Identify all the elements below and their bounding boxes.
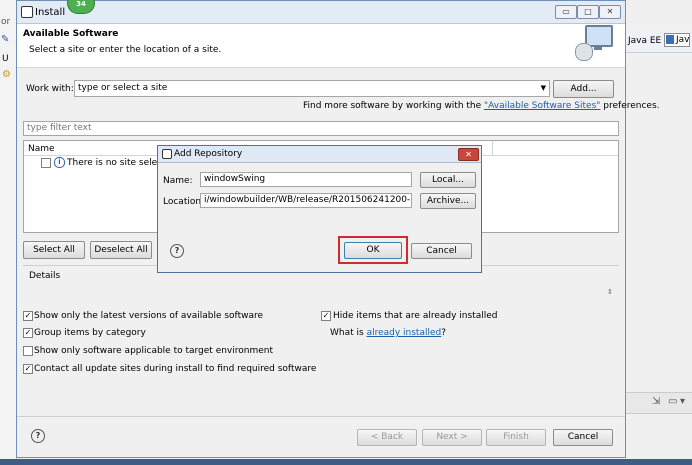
close-button[interactable]: ✕	[599, 5, 621, 19]
column-divider	[492, 141, 493, 155]
perspective-java-label: Jav	[676, 35, 690, 45]
notification-badge: 34	[67, 0, 95, 14]
latest-versions-label: Show only the latest versions of availab…	[34, 311, 264, 321]
available-software-sites-link[interactable]: "Available Software Sites"	[484, 101, 600, 111]
taskbar	[0, 459, 692, 465]
archive-button[interactable]: Archive...	[420, 193, 476, 209]
find-more-suffix: preferences.	[600, 101, 660, 111]
back-button[interactable]: < Back	[357, 429, 417, 446]
target-env-label: Show only software applicable to target …	[34, 346, 274, 356]
already-installed-text: What is already installed?	[330, 328, 446, 338]
help-icon[interactable]: ?	[31, 429, 45, 443]
hide-installed-label: Hide items that are already installed	[333, 311, 498, 321]
maximize-view-icon[interactable]: ▾	[680, 396, 685, 407]
location-field[interactable]: i/windowbuilder/WB/release/R201506241200…	[200, 193, 412, 208]
scroll-arrows-icon[interactable]: ⇕	[607, 288, 613, 296]
ok-button[interactable]: OK	[344, 242, 402, 259]
package-icon: ⚙	[2, 69, 11, 80]
view-toolbar: ⇲ ▭ ▾	[626, 392, 692, 414]
close-icon[interactable]: ✕	[458, 148, 479, 161]
already-installed-link[interactable]: already installed	[367, 328, 442, 338]
work-with-combo[interactable]: type or select a site ▼	[74, 80, 550, 97]
footer-divider	[17, 416, 625, 417]
page-title: Available Software	[23, 29, 119, 39]
minimize-button[interactable]: ▭	[555, 5, 577, 19]
info-icon: i	[54, 157, 65, 168]
find-more-prefix: Find more software by working with the	[303, 101, 485, 111]
add-repository-title: Add Repository	[174, 149, 243, 159]
title-bar: Install 34 ▭ □ ✕	[17, 0, 625, 24]
minimize-view-icon[interactable]: ▭	[668, 396, 677, 407]
pin-icon: ✎	[1, 34, 10, 45]
contact-sites-checkbox[interactable]: ✓	[23, 364, 33, 374]
row-message: There is no site selecte	[67, 158, 172, 168]
chevron-down-icon[interactable]: ▼	[541, 81, 546, 96]
window-title: Install	[35, 7, 66, 18]
next-button[interactable]: Next >	[422, 429, 482, 446]
target-env-checkbox[interactable]	[23, 346, 33, 356]
find-more-text: Find more software by working with the "…	[303, 101, 660, 111]
background-left-panel: or ✎ U ⚙	[0, 0, 17, 465]
cancel-button[interactable]: Cancel	[553, 429, 613, 446]
eclipse-icon	[21, 6, 33, 18]
details-label: Details	[29, 271, 61, 281]
add-site-button[interactable]: Add...	[553, 80, 614, 98]
eclipse-icon	[162, 149, 172, 159]
java-perspective-icon	[666, 35, 674, 44]
name-field[interactable]: windowSwing	[200, 172, 412, 187]
background-left-text: or	[1, 17, 11, 27]
location-label: Location:	[163, 197, 205, 207]
what-is-prefix: What is	[330, 328, 367, 338]
deselect-all-button[interactable]: Deselect All	[90, 241, 152, 259]
add-repository-dialog: Add Repository ✕ Name: windowSwing Local…	[157, 145, 482, 273]
filter-input[interactable]: type filter text	[23, 121, 619, 136]
add-repository-title-bar: Add Repository ✕	[158, 146, 481, 163]
finish-button[interactable]: Finish	[486, 429, 546, 446]
perspective-toolbar: Java EE Jav	[626, 30, 692, 53]
group-by-category-checkbox[interactable]: ✓	[23, 328, 33, 338]
page-subtitle: Select a site or enter the location of a…	[29, 45, 222, 55]
local-button[interactable]: Local...	[420, 172, 476, 188]
hide-installed-checkbox[interactable]: ✓	[321, 311, 331, 321]
select-all-button[interactable]: Select All	[23, 241, 85, 259]
add-repository-cancel-button[interactable]: Cancel	[411, 243, 472, 259]
perspective-java-button[interactable]: Jav	[664, 33, 690, 47]
work-with-label: Work with:	[26, 84, 74, 94]
wizard-header: Available Software Select a site or ente…	[17, 24, 625, 68]
name-label: Name:	[163, 176, 193, 186]
row-checkbox[interactable]	[41, 158, 51, 168]
view-menu-icon[interactable]: ⇲	[652, 396, 660, 407]
background-left-text: U	[2, 54, 9, 64]
latest-versions-checkbox[interactable]: ✓	[23, 311, 33, 321]
what-is-suffix: ?	[441, 328, 447, 338]
work-with-value: type or select a site	[78, 83, 168, 93]
install-software-icon	[575, 25, 613, 61]
maximize-button[interactable]: □	[577, 5, 599, 19]
contact-sites-label: Contact all update sites during install …	[34, 364, 317, 374]
help-icon[interactable]: ?	[170, 244, 184, 258]
column-name-header[interactable]: Name	[28, 144, 55, 154]
group-by-category-label: Group items by category	[34, 328, 146, 338]
perspective-java-ee[interactable]: Java EE	[628, 36, 661, 46]
